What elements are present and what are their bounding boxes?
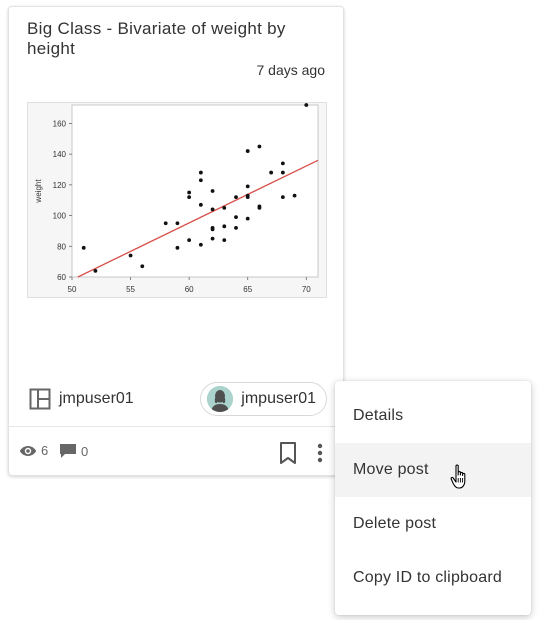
hand-cursor-icon: [450, 464, 466, 489]
y-tick-label: 60: [57, 273, 66, 282]
post-context-menu: Details Move post Delete post Copy ID to…: [335, 381, 531, 615]
scatter-chart: 50 55 60 65 70 60 80 100 120 140 160 weight: [34, 103, 319, 294]
data-point: [280, 195, 285, 200]
data-point: [222, 205, 227, 210]
comments-count: 0: [81, 443, 89, 459]
data-point: [198, 178, 203, 183]
data-point: [128, 253, 133, 258]
post-card[interactable]: Big Class - Bivariate of weight by heigh…: [8, 6, 344, 476]
x-tick-label: 55: [126, 285, 135, 294]
data-point: [304, 103, 309, 107]
x-tick-label: 65: [243, 285, 252, 294]
x-tick-label: 70: [302, 285, 311, 294]
data-point: [280, 161, 285, 166]
data-point: [245, 184, 250, 189]
data-point: [245, 195, 250, 200]
data-point: [210, 207, 215, 212]
avatar: [207, 386, 234, 412]
data-point: [198, 170, 203, 175]
data-point: [175, 245, 180, 250]
data-point: [175, 221, 180, 226]
layout-icon: [29, 388, 51, 410]
y-tick-label: 160: [53, 119, 67, 128]
data-point: [292, 193, 297, 198]
data-point: [210, 189, 215, 193]
post-title[interactable]: Big Class - Bivariate of weight by heigh…: [27, 19, 327, 59]
data-point: [140, 264, 145, 269]
data-point: [269, 170, 274, 175]
author-chip[interactable]: jmpuser01: [200, 382, 327, 416]
data-point: [222, 238, 227, 243]
data-point: [163, 221, 168, 226]
post-thumbnail[interactable]: 50 55 60 65 70 60 80 100 120 140 160 weight: [27, 102, 327, 298]
data-point: [234, 215, 238, 220]
y-tick-label: 140: [53, 150, 67, 159]
data-point: [234, 195, 238, 200]
x-tick-label: 60: [185, 285, 194, 294]
data-point: [81, 245, 86, 250]
bookmark-icon[interactable]: [277, 441, 299, 465]
x-tick-label: 50: [68, 285, 77, 294]
author-row: jmpuser01 jmpuser01: [27, 382, 327, 418]
y-tick-label: 80: [57, 242, 66, 251]
card-divider: [9, 426, 343, 427]
author-name[interactable]: jmpuser01: [59, 390, 134, 408]
comments-stat: 0: [59, 443, 88, 459]
data-point: [93, 268, 98, 273]
more-vertical-icon[interactable]: [309, 441, 331, 465]
data-point: [210, 236, 215, 241]
y-axis-label: weight: [34, 179, 43, 204]
data-point: [234, 225, 238, 230]
menu-item-copy-id[interactable]: Copy ID to clipboard: [335, 551, 531, 605]
data-point: [222, 224, 227, 229]
menu-item-details[interactable]: Details: [335, 389, 531, 443]
chip-author-name: jmpuser01: [241, 390, 316, 407]
data-point: [198, 242, 203, 247]
data-point: [210, 227, 215, 232]
card-footer: 6 0: [9, 435, 343, 471]
eye-icon: [19, 445, 37, 456]
menu-item-delete-post[interactable]: Delete post: [335, 497, 531, 551]
views-stat: 6: [19, 443, 48, 458]
data-point: [257, 144, 262, 149]
menu-item-move-post[interactable]: Move post: [335, 443, 531, 497]
data-point: [187, 195, 192, 200]
views-count: 6: [41, 443, 49, 458]
data-point: [280, 170, 285, 175]
data-point: [187, 238, 192, 243]
person-icon: [207, 386, 234, 412]
data-point: [245, 149, 250, 153]
data-point: [245, 216, 250, 221]
data-point: [187, 190, 192, 195]
post-timestamp: 7 days ago: [256, 62, 326, 78]
comment-icon: [60, 444, 76, 458]
data-point: [257, 205, 262, 210]
y-tick-label: 100: [53, 212, 67, 221]
data-point: [198, 202, 203, 207]
y-tick-label: 120: [53, 181, 67, 190]
